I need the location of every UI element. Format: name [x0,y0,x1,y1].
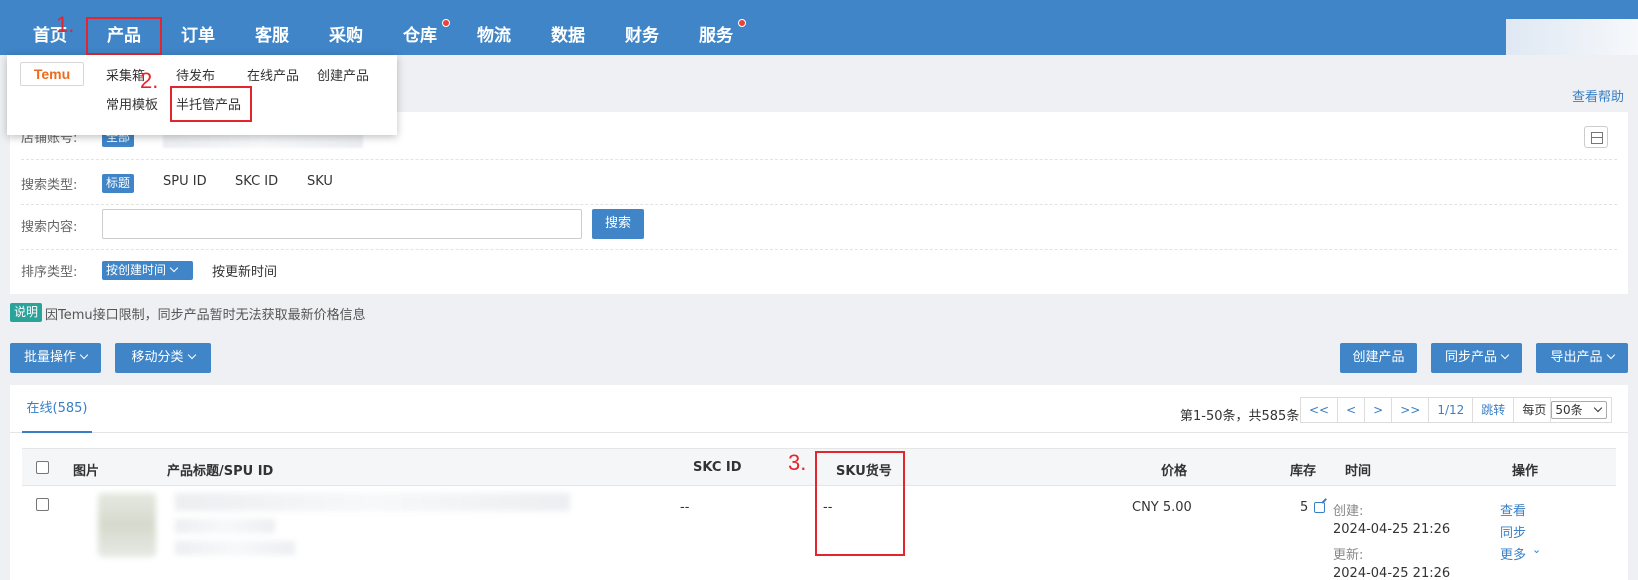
header-title-spu: 产品标题/SPU ID [167,464,274,479]
temu-logo[interactable]: Temu [20,62,84,86]
page-indicator[interactable]: 1/12 [1429,398,1474,422]
search-input[interactable] [102,209,582,239]
product-title-blurred[interactable] [175,493,570,511]
create-product-button[interactable]: 创建产品 [1340,343,1417,373]
move-category-button[interactable]: 移动分类 [115,343,211,373]
annotation-2: 2. [140,68,159,93]
sync-products-button[interactable]: 同步产品 [1431,343,1522,373]
row-sync-link[interactable]: 同步 [1500,522,1526,541]
collapse-filter-icon[interactable] [1584,126,1608,148]
header-time: 时间 [1345,464,1372,479]
header-price: 价格 [1161,464,1188,479]
nav-orders[interactable]: 订单 [170,0,226,55]
page-first-button[interactable]: << [1301,398,1339,422]
header-stock: 库存 [1290,464,1317,479]
row-view-link[interactable]: 查看 [1500,500,1526,519]
nav-logistics[interactable]: 物流 [466,0,522,55]
product-meta-blurred [175,541,295,555]
header-skc: SKC ID [693,460,742,475]
edit-stock-icon[interactable] [1314,502,1325,513]
tab-online[interactable]: 在线(585) [22,385,92,433]
row-price: CNY 5.00 [1132,500,1192,515]
annotation-box-products [86,17,162,55]
row-skc: -- [680,500,690,515]
annotation-box-semi-managed [170,86,252,122]
row-created-time: 2024-04-25 21:26 [1333,522,1451,537]
search-type-sku[interactable]: SKU [307,174,333,189]
search-type-skc[interactable]: SKC ID [235,174,278,189]
sort-by-created[interactable]: 按创建时间 [102,261,194,280]
search-button[interactable]: 搜索 [592,209,644,239]
note-text: 因Temu接口限制，同步产品暂时无法获取最新价格信息 [45,308,366,323]
page-jump-button[interactable]: 跳转 [1473,398,1515,422]
note-badge: 说明 [10,303,43,322]
nav-finance[interactable]: 财务 [614,0,670,55]
page-prev-button[interactable]: < [1338,398,1366,422]
row-stock: 5 [1300,500,1309,515]
services-notification-dot [738,19,746,27]
row-updated-label: 更新: [1333,548,1364,563]
product-spu-blurred [175,519,275,533]
annotation-box-sku-column [815,451,905,556]
page-last-button[interactable]: >> [1392,398,1430,422]
export-products-button[interactable]: 导出产品 [1536,343,1628,373]
menu-common-templates[interactable]: 常用模板 [106,94,158,113]
top-nav: 首页 产品 订单 客服 采购 仓库 物流 数据 财务 服务 [0,0,1638,55]
row-created-label: 创建: [1333,504,1364,519]
menu-pending-publish[interactable]: 待发布 [176,65,215,84]
product-image-blurred[interactable] [98,493,156,557]
header-actions: 操作 [1512,464,1539,479]
row-updated-time: 2024-04-25 21:26 [1333,566,1451,580]
search-type-title[interactable]: 标题 [102,174,135,193]
header-image: 图片 [73,464,100,479]
menu-online-products[interactable]: 在线产品 [247,65,299,84]
warehouse-notification-dot [442,19,450,27]
pagination: << < > >> 1/12 跳转 每页 50条 [1300,397,1613,423]
batch-operations-button[interactable]: 批量操作 [10,343,101,373]
row-checkbox[interactable] [36,498,49,511]
nav-services[interactable]: 服务 [688,0,744,55]
nav-customer-service[interactable]: 客服 [244,0,300,55]
menu-create-product[interactable]: 创建产品 [317,65,369,84]
sort-type-label: 排序类型: [21,265,78,280]
pagination-info: 第1-50条，共585条 [1180,409,1300,424]
annotation-3: 3. [788,450,807,475]
search-type-label: 搜索类型: [21,178,78,193]
nav-data[interactable]: 数据 [540,0,596,55]
sort-by-updated[interactable]: 按更新时间 [212,261,277,280]
nav-purchasing[interactable]: 采购 [318,0,374,55]
per-page-select[interactable]: 50条 [1551,401,1608,419]
page-next-button[interactable]: > [1365,398,1393,422]
nav-user-area[interactable] [1506,19,1638,55]
help-link[interactable]: 查看帮助 [1572,86,1624,105]
search-type-spu[interactable]: SPU ID [163,174,207,189]
row-more-link[interactable]: 更多 [1500,544,1526,563]
tab-divider [10,432,1628,433]
select-all-checkbox[interactable] [36,461,49,474]
nav-warehouse[interactable]: 仓库 [392,0,448,55]
annotation-1: 1. [56,12,75,37]
chevron-down-icon[interactable]: ⌄ [1532,543,1541,556]
search-content-label: 搜索内容: [21,220,78,235]
per-page-label: 每页 [1514,398,1552,422]
filter-panel: 店铺账号: 全部 搜索类型: 标题 SPU ID SKC ID SKU 搜索内容… [10,112,1628,294]
